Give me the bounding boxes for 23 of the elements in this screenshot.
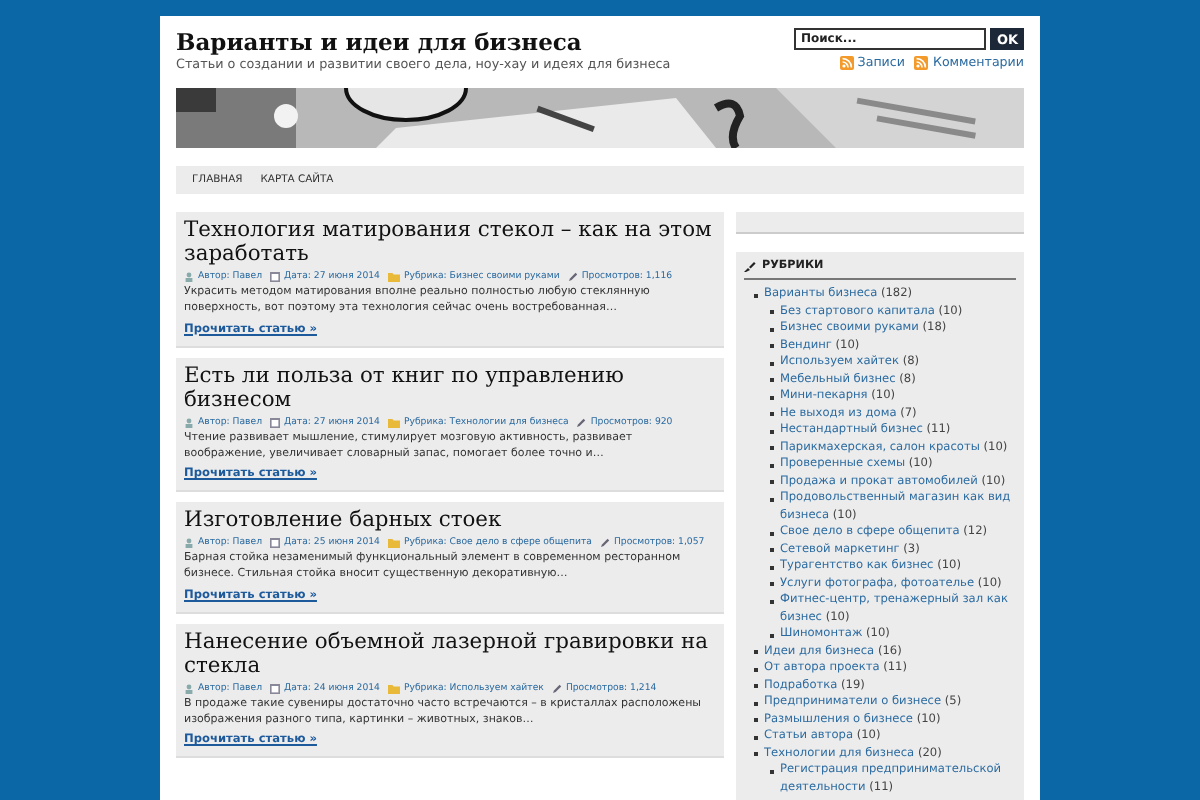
folder-icon <box>387 538 400 549</box>
folder-icon <box>387 683 400 694</box>
pencil-icon <box>567 272 578 282</box>
calendar-icon <box>270 538 280 549</box>
post-title[interactable]: Нанесение объемной лазерной гравировки на стекла <box>184 629 716 678</box>
calendar-icon <box>270 417 280 428</box>
rss-icon <box>839 56 854 70</box>
post-title[interactable]: Изготовление барных стоек <box>184 508 716 533</box>
site-title: Варианты и идеи для бизнеса <box>176 28 584 56</box>
pencil-icon <box>576 417 587 428</box>
person-icon <box>184 538 194 549</box>
person-icon <box>184 272 194 282</box>
folder-icon <box>387 272 400 282</box>
person-icon <box>184 683 194 694</box>
person-icon <box>184 417 194 428</box>
calendar-icon <box>270 272 280 282</box>
post-title[interactable]: Технология матирования стекол – как на этом заработать <box>184 218 716 266</box>
rss-icon <box>914 56 929 70</box>
post-title[interactable]: Есть ли польза от книг по управлению бизнесом <box>184 363 716 412</box>
folder-icon <box>387 417 400 428</box>
calendar-icon <box>270 683 280 694</box>
pencil-icon <box>599 538 610 549</box>
pencil-icon <box>551 683 562 694</box>
